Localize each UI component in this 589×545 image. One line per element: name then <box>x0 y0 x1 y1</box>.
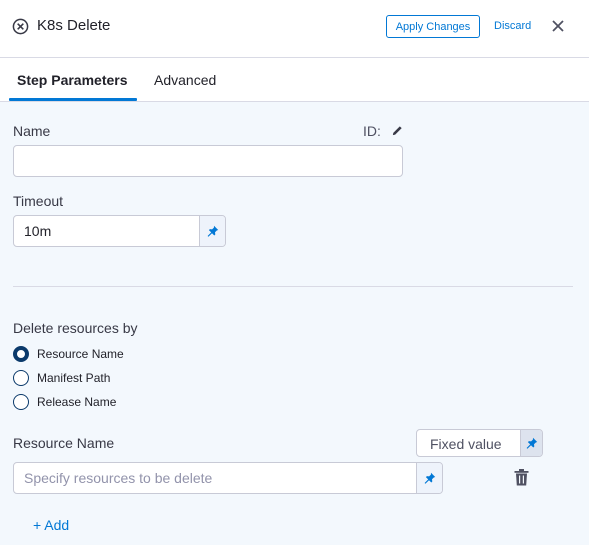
delete-by-label: Delete resources by <box>13 320 138 336</box>
step-header: K8s Delete Apply Changes Discard <box>0 0 589 58</box>
pin-icon <box>424 472 435 484</box>
tab-advanced[interactable]: Advanced <box>154 72 216 88</box>
active-tab-indicator <box>9 98 137 101</box>
fixed-value-label: Fixed value <box>430 436 502 452</box>
radio-label: Resource Name <box>37 347 124 361</box>
radio-button[interactable] <box>13 346 29 362</box>
pencil-icon[interactable] <box>391 124 404 137</box>
x-circle-icon <box>12 18 29 35</box>
radio-resource-name[interactable]: Resource Name <box>13 346 124 362</box>
name-input[interactable] <box>13 145 403 177</box>
resource-name-label: Resource Name <box>13 435 115 451</box>
radio-manifest-path[interactable]: Manifest Path <box>13 370 110 386</box>
resource-name-pin-button[interactable] <box>416 463 442 493</box>
section-divider <box>13 286 573 287</box>
radio-label: Release Name <box>37 395 117 409</box>
radio-release-name[interactable]: Release Name <box>13 394 116 410</box>
step-title: K8s Delete <box>37 17 111 34</box>
tab-bar: Step Parameters Advanced <box>0 58 589 102</box>
radio-label: Manifest Path <box>37 371 111 385</box>
timeout-pin-button[interactable] <box>199 216 225 246</box>
apply-changes-button[interactable]: Apply Changes <box>386 15 480 38</box>
close-icon[interactable] <box>551 19 565 33</box>
tab-step-parameters[interactable]: Step Parameters <box>17 72 128 88</box>
resource-name-input[interactable] <box>13 462 443 494</box>
radio-button[interactable] <box>13 394 29 410</box>
timeout-label: Timeout <box>13 193 64 209</box>
timeout-input[interactable] <box>13 215 226 247</box>
fixed-value-pin-button[interactable] <box>520 430 542 456</box>
pin-icon <box>526 437 537 449</box>
fixed-value-selector[interactable]: Fixed value <box>416 429 543 457</box>
name-label: Name <box>13 123 51 139</box>
add-resource-button[interactable]: + Add <box>33 517 69 533</box>
trash-icon[interactable] <box>514 469 529 486</box>
discard-button[interactable]: Discard <box>494 20 531 32</box>
id-label: ID: <box>363 123 381 139</box>
pin-icon <box>207 225 218 237</box>
radio-button[interactable] <box>13 370 29 386</box>
